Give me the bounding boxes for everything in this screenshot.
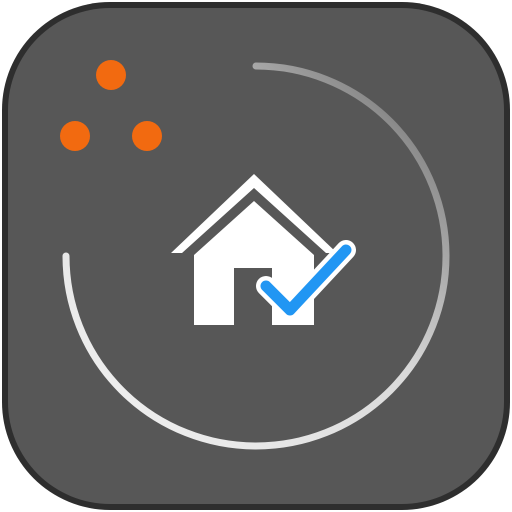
dot-left xyxy=(60,121,90,151)
dot-top xyxy=(96,60,126,90)
dot-right xyxy=(132,121,162,151)
app-icon[interactable] xyxy=(0,0,512,512)
app-icon-graphic xyxy=(2,2,510,510)
